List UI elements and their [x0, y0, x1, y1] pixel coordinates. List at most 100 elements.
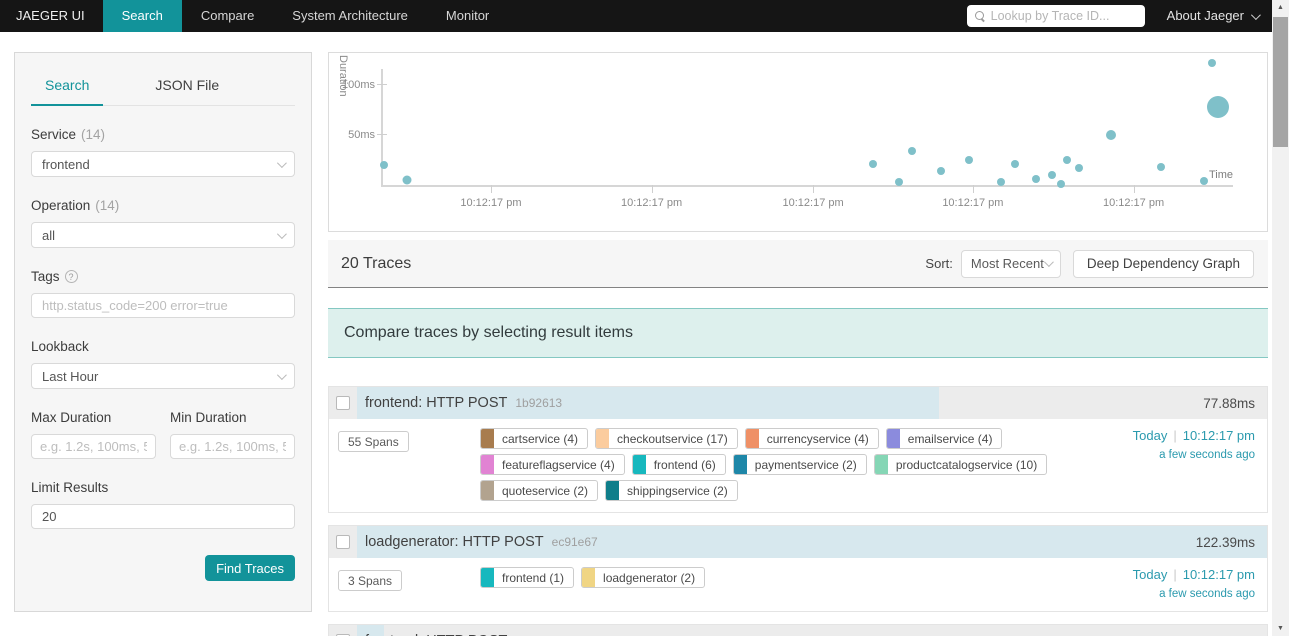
trace-lookup	[966, 0, 1145, 32]
trace-title[interactable]: loadgenerator: HTTP POST	[365, 534, 544, 550]
service-color-swatch	[481, 429, 494, 448]
service-chip-label: shippingservice (2)	[627, 483, 728, 498]
service-color-swatch	[745, 429, 759, 448]
service-chip[interactable]: frontend (1)	[480, 567, 575, 588]
service-chip[interactable]: productcatalogservice (10)	[873, 454, 1048, 475]
scroll-down-arrow-icon[interactable]: ▼	[1272, 621, 1289, 636]
service-chip[interactable]: cartservice (4)	[480, 428, 589, 449]
trace-card[interactable]: loadgenerator: HTTP POST ec91e67 122.39ms 3…	[328, 525, 1268, 612]
min-duration-input[interactable]	[170, 434, 295, 459]
trace-lookup-box[interactable]	[966, 5, 1145, 27]
sort-select[interactable]: Most Recent	[960, 249, 1061, 278]
trace-lookup-input[interactable]	[990, 9, 1137, 23]
nav-item-compare[interactable]: Compare	[182, 0, 273, 32]
scatter-point[interactable]	[1010, 160, 1019, 168]
trace-card[interactable]: frontend: HTTP POST066341b3.55ms	[328, 624, 1268, 636]
scatter-point[interactable]	[937, 167, 946, 175]
service-chip[interactable]: currencyservice (4)	[744, 428, 879, 449]
service-chip[interactable]: featureflagservice (4)	[480, 454, 625, 475]
scatter-point[interactable]	[996, 178, 1005, 186]
min-duration-group: Min Duration	[170, 410, 295, 459]
x-axis-title: Time	[1208, 169, 1233, 181]
trace-checkbox[interactable]	[336, 535, 350, 549]
service-chip[interactable]: shippingservice (2)	[605, 480, 738, 501]
lookback-select[interactable]: Last Hour	[31, 363, 295, 389]
scatter-point[interactable]	[1200, 177, 1209, 186]
service-chip[interactable]: quoteservice (2)	[480, 480, 599, 501]
service-label: Service	[31, 127, 77, 142]
operation-select[interactable]: all	[31, 222, 295, 248]
x-axis-tick	[651, 185, 653, 193]
service-color-swatch	[481, 568, 494, 587]
trace-time[interactable]: 10:12:17 pm	[1183, 428, 1255, 443]
scatter-point[interactable]	[869, 160, 878, 168]
chevron-down-icon	[1250, 9, 1261, 20]
trace-header-main: frontend: HTTP POST066341b3.55ms	[357, 625, 1267, 636]
content-area: Search JSON File Service (14) frontend O…	[0, 32, 1272, 636]
limit-results-input[interactable]	[31, 504, 295, 529]
scatter-point[interactable]	[1031, 175, 1040, 183]
service-chip[interactable]: emailservice (4)	[885, 428, 1003, 449]
nav-item-search[interactable]: Search	[102, 0, 182, 32]
jaeger-ui-app: JAEGER UI Search Compare System Architectu…	[0, 0, 1289, 636]
deep-dependency-graph-button[interactable]: Deep Dependency Graph	[1072, 249, 1254, 278]
duration-row: Max Duration Min Duration	[31, 389, 295, 459]
about-jaeger-menu[interactable]: About Jaeger	[1167, 0, 1272, 32]
duration-scatter-chart: Duration 50ms 100ms Time 10:12:17 pm 10:1…	[328, 52, 1268, 232]
x-axis-tick	[813, 185, 815, 193]
trace-card-body: 3 Spans frontend (1) loadgenerator (2) Toda…	[329, 558, 1267, 611]
lookback-label: Lookback	[31, 339, 89, 354]
trace-card[interactable]: frontend: HTTP POST 1b92613 77.88ms 55 Span…	[328, 386, 1268, 513]
y-axis-tick	[377, 134, 387, 135]
scatter-point[interactable]	[379, 161, 388, 169]
service-chip-label: currencyservice (4)	[766, 431, 869, 446]
operation-group: Operation (14) all	[31, 198, 295, 248]
trace-date[interactable]: Today	[1133, 428, 1168, 443]
trace-checkbox-cell	[329, 625, 357, 636]
scatter-point[interactable]	[1063, 156, 1072, 164]
service-chip[interactable]: frontend (6)	[631, 454, 726, 475]
scatter-point[interactable]	[1047, 171, 1056, 179]
trace-checkbox-cell	[329, 526, 357, 558]
trace-checkbox-cell	[329, 387, 357, 419]
trace-timestamp: Today | 10:12:17 pm	[1132, 428, 1255, 443]
help-icon[interactable]: ?	[64, 270, 78, 283]
vertical-scrollbar[interactable]: ▲ ▼	[1272, 0, 1289, 636]
max-duration-group: Max Duration	[31, 410, 156, 459]
scatter-point[interactable]	[894, 178, 903, 186]
find-traces-button[interactable]: Find Traces	[205, 555, 295, 581]
trace-date[interactable]: Today	[1133, 567, 1168, 582]
scatter-point[interactable]	[1105, 130, 1116, 140]
service-chip[interactable]: loadgenerator (2)	[581, 567, 706, 588]
nav-item-monitor[interactable]: Monitor	[427, 0, 508, 32]
service-color-swatch	[582, 568, 596, 587]
top-navbar: JAEGER UI Search Compare System Architectu…	[0, 0, 1272, 32]
tags-label: Tags	[31, 269, 60, 284]
trace-header-main: frontend: HTTP POST 1b92613 77.88ms	[357, 387, 1267, 419]
tab-json-file[interactable]: JSON File	[141, 67, 233, 105]
trace-time[interactable]: 10:12:17 pm	[1183, 567, 1255, 582]
limit-results-label: Limit Results	[31, 480, 109, 495]
tags-input[interactable]	[31, 293, 295, 318]
trace-title[interactable]: frontend: HTTP POST	[365, 395, 507, 411]
scatter-point[interactable]	[1207, 58, 1216, 67]
scatter-point[interactable]	[1206, 96, 1229, 119]
scatter-point[interactable]	[1057, 180, 1066, 188]
scatter-point[interactable]	[1156, 163, 1165, 171]
scatter-point[interactable]	[402, 175, 412, 185]
trace-checkbox[interactable]	[336, 396, 350, 410]
scatter-point[interactable]	[1075, 164, 1084, 172]
service-select[interactable]: frontend	[31, 151, 295, 177]
scroll-up-arrow-icon[interactable]: ▲	[1272, 0, 1289, 15]
scatter-point[interactable]	[964, 156, 973, 164]
tags-group: Tags ?	[31, 269, 295, 318]
max-duration-input[interactable]	[31, 434, 156, 459]
service-chip-label: quoteservice (2)	[502, 483, 589, 498]
service-chip[interactable]: checkoutservice (17)	[595, 428, 738, 449]
service-color-swatch	[733, 455, 747, 474]
scrollbar-thumb[interactable]	[1273, 17, 1288, 147]
tab-search[interactable]: Search	[31, 67, 104, 106]
scatter-point[interactable]	[907, 147, 916, 155]
nav-item-system-architecture[interactable]: System Architecture	[273, 0, 427, 32]
service-chip[interactable]: paymentservice (2)	[732, 454, 867, 475]
